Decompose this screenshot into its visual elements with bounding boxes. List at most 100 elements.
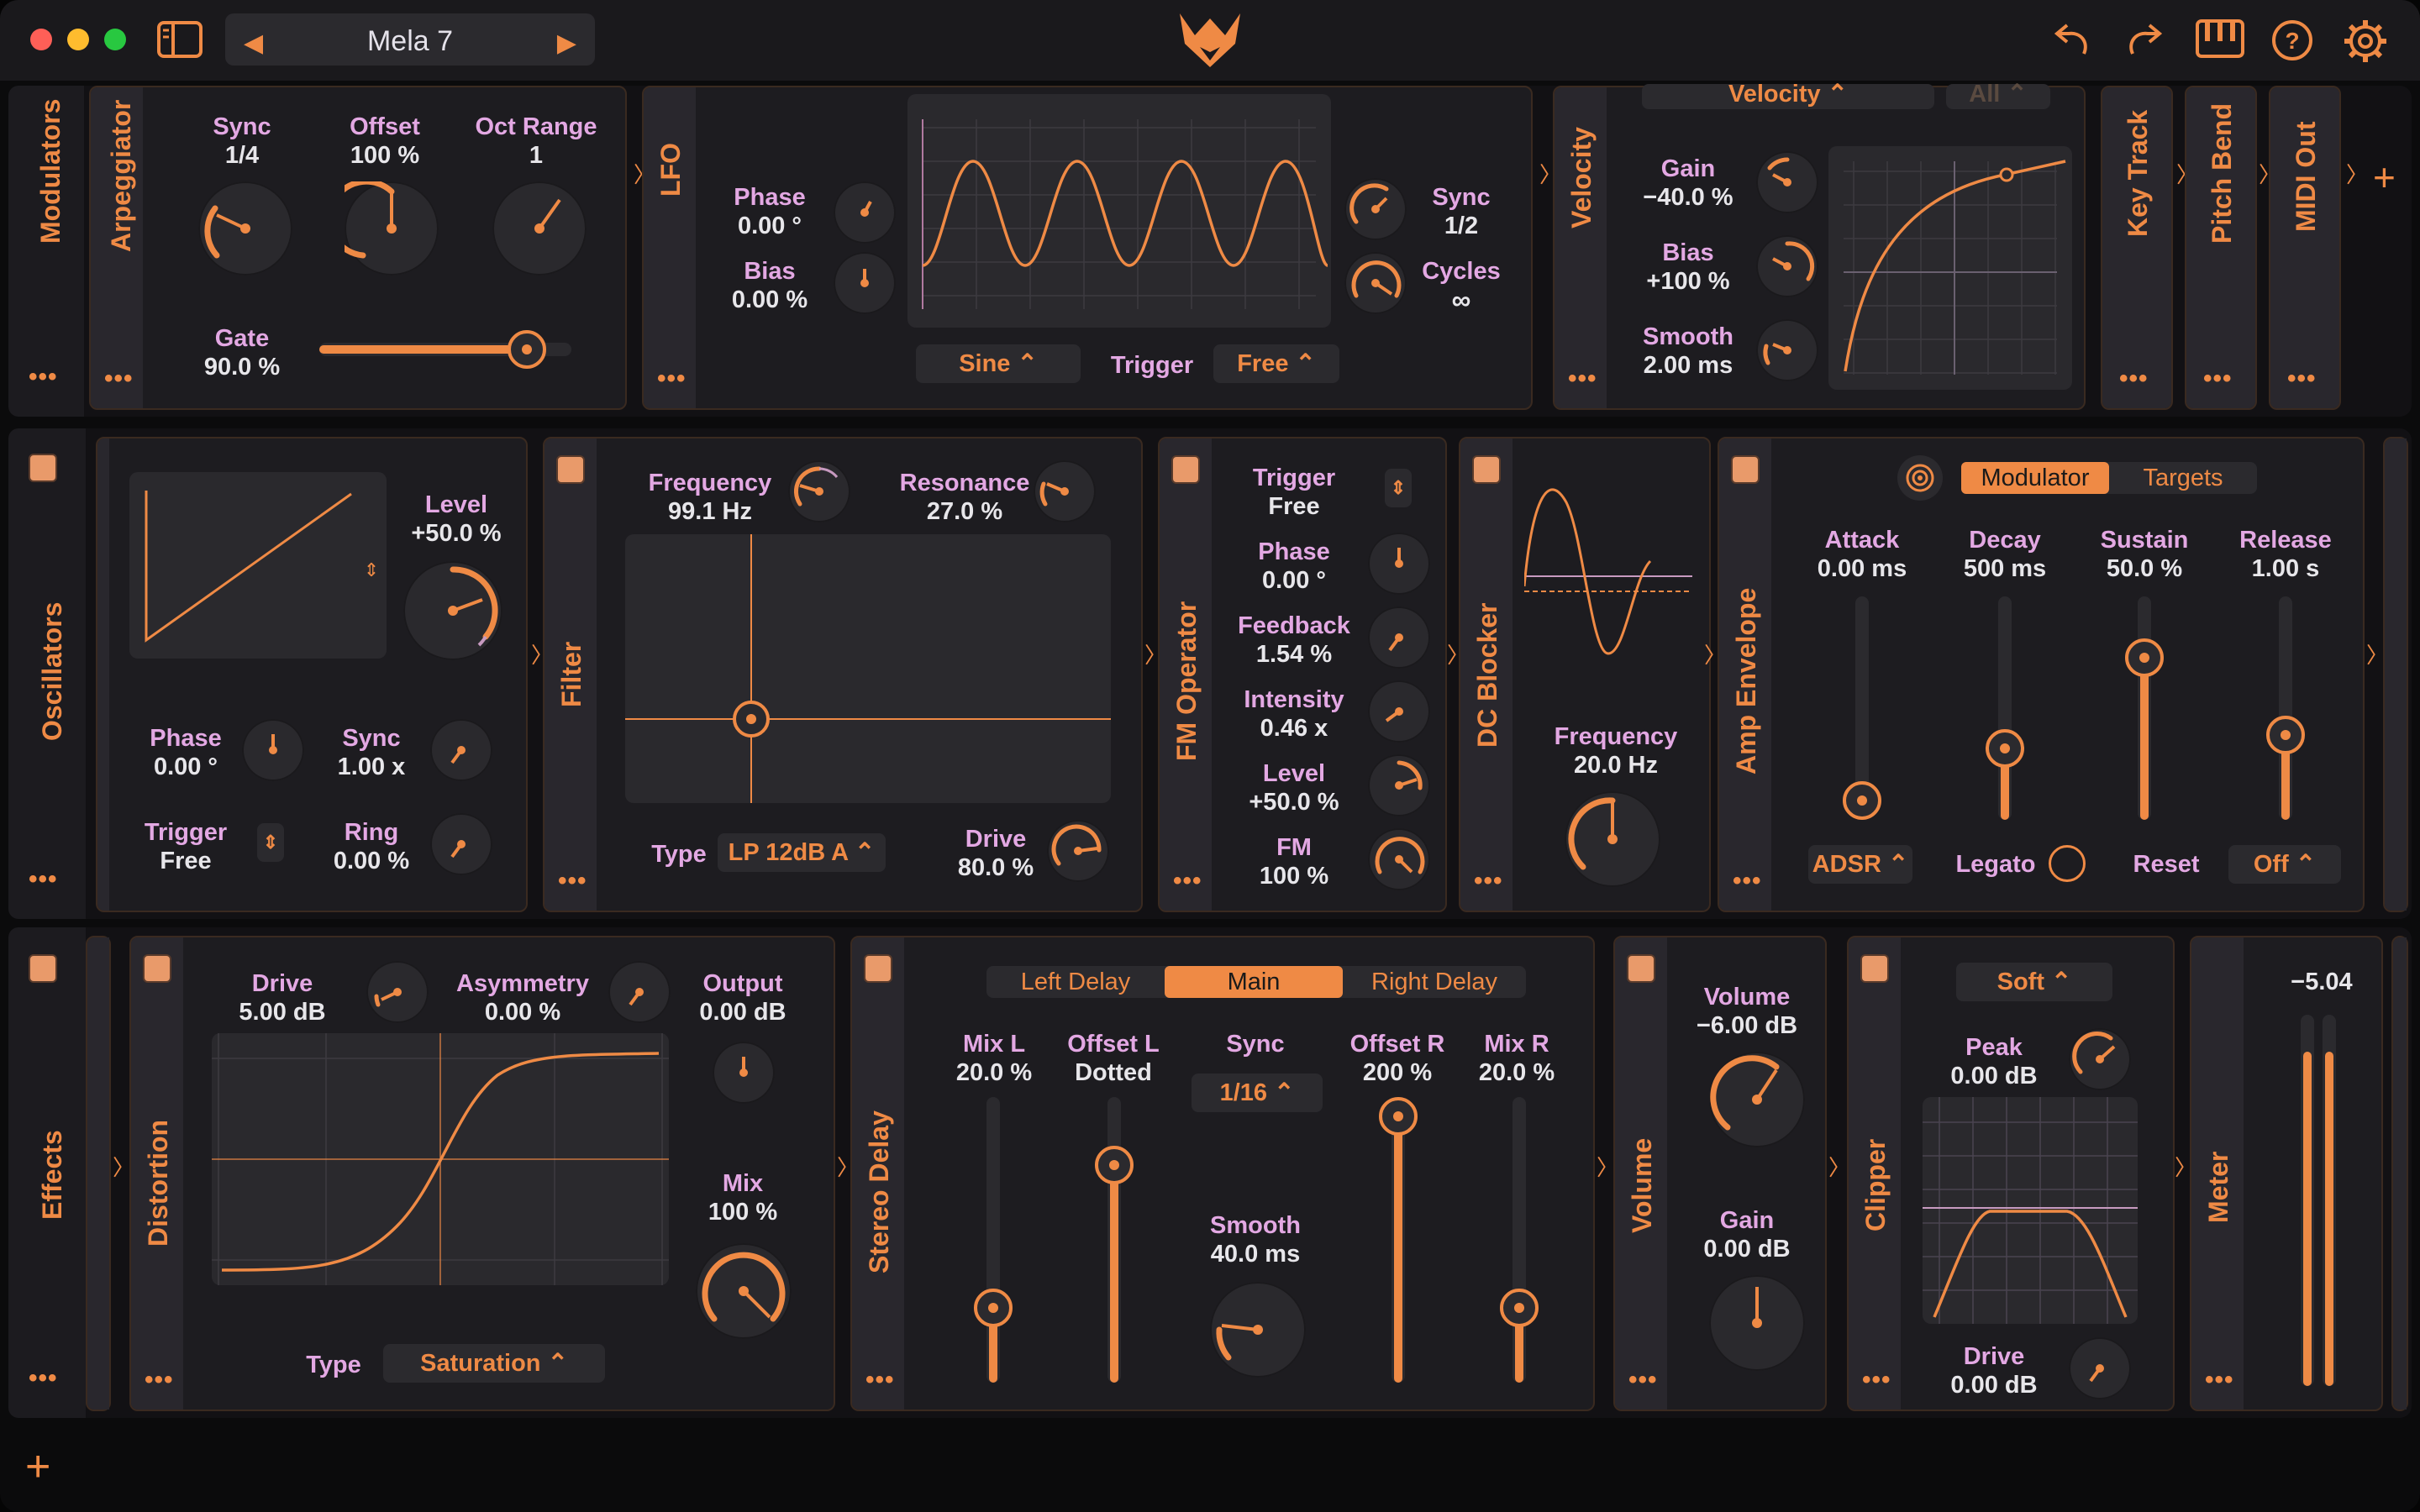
dist-output-knob[interactable]	[713, 1042, 775, 1104]
distortion-more-icon[interactable]: •••	[145, 1366, 174, 1394]
lfo-bias-knob[interactable]	[834, 252, 896, 314]
filter-resonance-knob[interactable]	[1034, 460, 1096, 522]
legato-toggle[interactable]	[2049, 845, 2086, 882]
fm-intensity-knob[interactable]	[1368, 680, 1430, 743]
velocity-smooth-knob[interactable]	[1756, 319, 1818, 381]
mix-r-slider-handle[interactable]	[1500, 1289, 1539, 1327]
close-window-button[interactable]	[30, 29, 52, 50]
fm-more-icon[interactable]: •••	[1173, 867, 1202, 895]
filter-response-display[interactable]	[625, 534, 1111, 803]
fm-enable-checkbox[interactable]	[1171, 455, 1200, 484]
undo-icon[interactable]	[2050, 18, 2094, 66]
osc-ring-knob[interactable]	[430, 813, 492, 875]
arp-gate-slider-handle[interactable]	[508, 330, 546, 369]
velocity-channel-dropdown[interactable]: All ⌃	[1946, 82, 2050, 109]
osc-trigger-stepper[interactable]: ⇕	[257, 823, 284, 862]
lfo-more-icon[interactable]: •••	[657, 365, 687, 393]
clipper-peak-knob[interactable]	[2069, 1028, 2131, 1090]
oscillators-enable-checkbox[interactable]	[29, 454, 57, 482]
attack-slider-handle[interactable]	[1843, 781, 1881, 820]
lfo-trigger-dropdown[interactable]: Free ⌃	[1213, 344, 1339, 383]
volume-enable-checkbox[interactable]	[1627, 954, 1655, 983]
velocity-more-icon[interactable]: •••	[1568, 365, 1597, 393]
decay-slider-handle[interactable]	[1986, 729, 2024, 768]
lfo-cycles-knob[interactable]	[1344, 252, 1407, 314]
dist-type-dropdown[interactable]: Saturation ⌃	[383, 1344, 605, 1383]
volume-gain-knob[interactable]	[1709, 1275, 1805, 1371]
modulators-more-icon[interactable]: •••	[29, 363, 58, 391]
fm-feedback-knob[interactable]	[1368, 606, 1430, 669]
redo-icon[interactable]	[2123, 18, 2166, 66]
oscillators-more-icon[interactable]: •••	[29, 865, 58, 894]
help-icon[interactable]: ?	[2270, 18, 2314, 66]
osc-level-knob[interactable]	[403, 561, 502, 660]
add-section-icon[interactable]: +	[25, 1441, 50, 1492]
volume-knob[interactable]	[1709, 1052, 1805, 1147]
velocity-gain-knob[interactable]	[1756, 151, 1818, 213]
tab-main[interactable]: Main	[1165, 966, 1343, 998]
meter-more-icon[interactable]: •••	[2205, 1366, 2234, 1394]
arpeggiator-more-icon[interactable]: •••	[104, 365, 134, 393]
offset-r-slider-handle[interactable]	[1379, 1097, 1418, 1136]
dist-asymmetry-knob[interactable]	[608, 961, 671, 1023]
lfo-sync-knob[interactable]	[1344, 178, 1407, 240]
fm-level-knob[interactable]	[1368, 754, 1430, 816]
dist-drive-knob[interactable]	[366, 961, 429, 1023]
dist-mix-knob[interactable]	[696, 1243, 792, 1339]
offset-l-slider-handle[interactable]	[1095, 1146, 1134, 1184]
filter-more-icon[interactable]: •••	[558, 867, 587, 895]
tab-left-delay[interactable]: Left Delay	[986, 966, 1165, 998]
preset-selector[interactable]: ◀ Mela 7 ▶	[225, 13, 595, 66]
clipper-curve-display[interactable]	[1923, 1097, 2138, 1324]
fm-phase-knob[interactable]	[1368, 533, 1430, 595]
reset-dropdown[interactable]: Off ⌃	[2228, 845, 2341, 884]
delay-enable-checkbox[interactable]	[864, 954, 892, 983]
mix-l-slider-handle[interactable]	[974, 1289, 1013, 1327]
fm-fm-knob[interactable]	[1368, 828, 1430, 890]
target-icon[interactable]	[1897, 455, 1943, 501]
filter-drive-knob[interactable]	[1047, 820, 1109, 882]
velocity-bias-knob[interactable]	[1756, 235, 1818, 297]
osc-sync-knob[interactable]	[430, 719, 492, 781]
distortion-enable-checkbox[interactable]	[143, 954, 171, 983]
filter-type-dropdown[interactable]: LP 12dB A ⌃	[718, 833, 886, 872]
amp-more-icon[interactable]: •••	[1733, 867, 1762, 895]
osc-phase-knob[interactable]	[242, 719, 304, 781]
minimize-window-button[interactable]	[67, 29, 89, 50]
sidebar-toggle-icon[interactable]	[156, 20, 203, 63]
add-modulator-icon[interactable]: +	[2373, 155, 2396, 200]
dc-more-icon[interactable]: •••	[1474, 867, 1503, 895]
delay-more-icon[interactable]: •••	[865, 1366, 895, 1394]
oscillator-wave-display[interactable]: ⇕	[129, 472, 387, 659]
clipper-drive-knob[interactable]	[2069, 1337, 2131, 1399]
tab-modulator[interactable]: Modulator	[1961, 462, 2109, 494]
distortion-curve-display[interactable]	[212, 1033, 669, 1285]
tab-right-delay[interactable]: Right Delay	[1343, 966, 1526, 998]
next-preset-icon[interactable]: ▶	[557, 29, 576, 58]
dc-enable-checkbox[interactable]	[1472, 455, 1501, 484]
velocity-curve-display[interactable]	[1828, 146, 2072, 390]
clipper-mode-dropdown[interactable]: Soft ⌃	[1956, 963, 2112, 1001]
sustain-slider-handle[interactable]	[2125, 638, 2164, 677]
arp-offset-knob[interactable]	[345, 181, 439, 276]
delay-sync-dropdown[interactable]: 1/16 ⌃	[1192, 1074, 1323, 1112]
clipper-enable-checkbox[interactable]	[1860, 954, 1889, 983]
filter-enable-checkbox[interactable]	[556, 455, 585, 484]
volume-more-icon[interactable]: •••	[1628, 1366, 1658, 1394]
velocity-source-dropdown[interactable]: Velocity ⌃	[1642, 82, 1934, 109]
zoom-window-button[interactable]	[104, 29, 126, 50]
lfo-waveform-display[interactable]	[908, 94, 1331, 328]
midi-out-more-icon[interactable]: •••	[2287, 365, 2317, 393]
effects-more-icon[interactable]: •••	[29, 1364, 58, 1393]
lfo-phase-knob[interactable]	[834, 181, 896, 244]
arp-sync-knob[interactable]	[198, 181, 292, 276]
settings-gear-icon[interactable]	[2343, 18, 2388, 68]
delay-smooth-knob[interactable]	[1210, 1282, 1306, 1378]
release-slider-handle[interactable]	[2266, 716, 2305, 754]
fm-trigger-stepper[interactable]: ⇕	[1385, 469, 1412, 507]
clipper-more-icon[interactable]: •••	[1862, 1366, 1891, 1394]
amp-enable-checkbox[interactable]	[1731, 455, 1760, 484]
dc-frequency-knob[interactable]	[1565, 791, 1660, 887]
tab-targets[interactable]: Targets	[2109, 462, 2257, 494]
pitch-bend-more-icon[interactable]: •••	[2203, 365, 2233, 393]
